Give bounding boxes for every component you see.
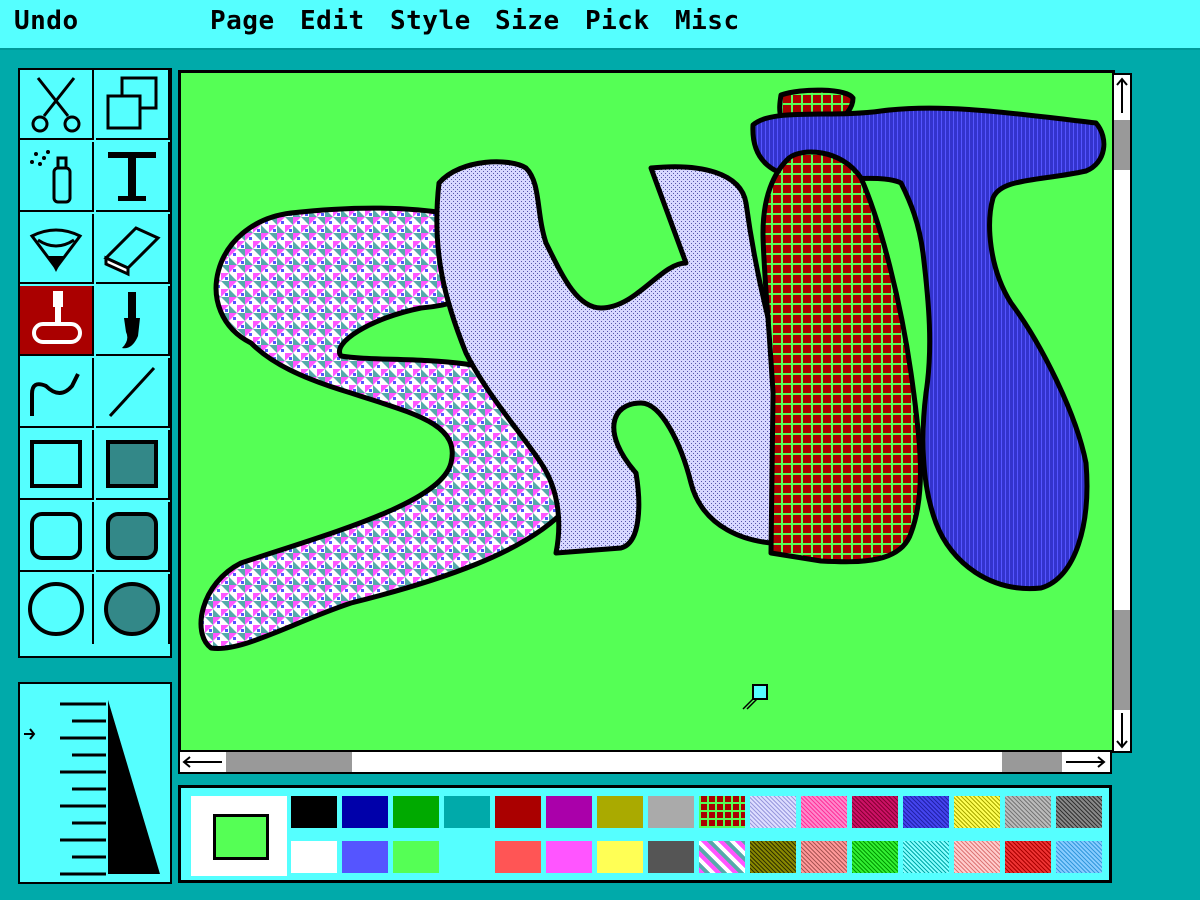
palette-swatch[interactable] [903, 796, 949, 828]
line-tool[interactable] [96, 358, 170, 428]
drawing-canvas[interactable] [178, 70, 1115, 753]
current-color-swatch [191, 796, 287, 876]
palette-swatch[interactable] [648, 841, 694, 873]
arrow-right-icon [1066, 756, 1106, 768]
cursor-icon [742, 684, 768, 710]
palette-swatch[interactable] [444, 841, 490, 873]
rectangle-icon [30, 440, 82, 488]
palette-swatch[interactable] [444, 796, 490, 828]
palette-swatch[interactable] [291, 796, 337, 828]
toolbox [18, 68, 172, 658]
palette-swatch[interactable] [1056, 796, 1102, 828]
eraser-icon [103, 226, 161, 277]
eraser-tool[interactable] [96, 214, 170, 284]
rounded-rectangle-tool[interactable] [20, 502, 94, 572]
fill-tool[interactable] [20, 214, 94, 284]
vertical-scrollbar-art [1114, 77, 1130, 749]
palette-swatch[interactable] [342, 796, 388, 828]
ellipse-tool[interactable] [20, 574, 94, 644]
scissors-tool[interactable] [20, 70, 94, 140]
filled-ellipse-tool[interactable] [96, 574, 170, 644]
palette-swatch[interactable] [393, 796, 439, 828]
filled-rectangle-tool[interactable] [96, 430, 170, 500]
filled-rounded-rectangle-tool[interactable] [96, 502, 170, 572]
vertical-scrollbar[interactable] [1112, 73, 1132, 753]
rectangle-tool[interactable] [20, 430, 94, 500]
palette-swatch[interactable] [597, 841, 643, 873]
palette-swatch[interactable] [495, 841, 541, 873]
palette-swatch[interactable] [852, 841, 898, 873]
horizontal-scrollbar-art [182, 752, 1106, 772]
select-tool[interactable] [96, 70, 170, 140]
menu-misc[interactable]: Misc [675, 6, 740, 36]
palette-swatch[interactable] [750, 796, 796, 828]
horizontal-scrollbar[interactable] [178, 750, 1112, 774]
palette-swatch[interactable] [699, 841, 745, 873]
palette-swatch[interactable] [801, 796, 847, 828]
arrow-down-icon [1116, 713, 1128, 749]
palette-swatch[interactable] [546, 841, 592, 873]
palette-swatch[interactable] [1056, 841, 1102, 873]
text-tool[interactable] [96, 142, 170, 212]
palette-swatch[interactable] [750, 841, 796, 873]
line-width-gauge [24, 700, 160, 876]
brush-tool[interactable] [96, 286, 170, 356]
palette-swatch[interactable] [699, 796, 745, 828]
menu-size[interactable]: Size [495, 6, 560, 36]
paint-bucket-icon [29, 228, 83, 272]
filled-rounded-rectangle-icon [106, 512, 158, 560]
palette-swatch[interactable] [342, 841, 388, 873]
palette-swatch[interactable] [648, 796, 694, 828]
overlap-rectangles-icon [106, 76, 158, 130]
curve-tool[interactable] [20, 358, 94, 428]
filled-rectangle-icon [106, 440, 158, 488]
menu-bar: Undo Page Edit Style Size Pick Misc [0, 0, 1200, 50]
spray-can-icon [30, 150, 72, 204]
palette-swatch[interactable] [393, 841, 439, 873]
filled-ellipse-icon [104, 582, 160, 636]
paint-roller-tool[interactable] [20, 286, 94, 356]
palette-swatch[interactable] [1005, 841, 1051, 873]
line-icon [108, 366, 156, 418]
arrow-right-icon [24, 728, 36, 740]
arrow-left-icon [182, 756, 222, 768]
scissors-icon [31, 77, 81, 133]
palette-swatch[interactable] [546, 796, 592, 828]
canvas-artwork [198, 87, 1107, 710]
line-width-selector[interactable] [18, 682, 172, 884]
menu-undo[interactable]: Undo [14, 6, 79, 36]
paintbrush-icon [122, 292, 140, 349]
menu-edit[interactable]: Edit [300, 6, 365, 36]
palette-swatch[interactable] [495, 796, 541, 828]
menu-style[interactable]: Style [390, 6, 471, 36]
color-palette [178, 785, 1112, 883]
palette-swatch[interactable] [954, 796, 1000, 828]
menu-pick[interactable]: Pick [585, 6, 650, 36]
current-fill-preview [213, 814, 269, 860]
arrow-up-icon [1116, 77, 1128, 113]
palette-swatch[interactable] [852, 796, 898, 828]
palette-swatch[interactable] [597, 796, 643, 828]
palette-swatch[interactable] [954, 841, 1000, 873]
curve-icon [30, 373, 80, 416]
ellipse-icon [28, 582, 84, 636]
spray-can-tool[interactable] [20, 142, 94, 212]
palette-swatch[interactable] [801, 841, 847, 873]
palette-swatch[interactable] [291, 841, 337, 873]
text-t-icon [108, 152, 156, 201]
menu-page[interactable]: Page [210, 6, 275, 36]
paint-roller-icon [32, 291, 82, 344]
palette-swatch[interactable] [1005, 796, 1051, 828]
palette-swatch[interactable] [903, 841, 949, 873]
rounded-rectangle-icon [30, 512, 82, 560]
